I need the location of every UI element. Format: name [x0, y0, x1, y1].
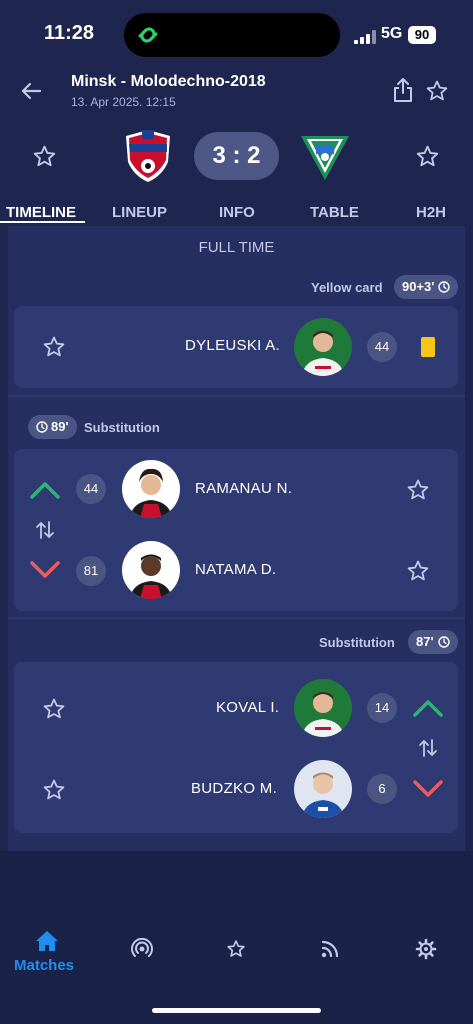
- player-name[interactable]: BUDZKO M.: [191, 780, 277, 797]
- event-card-substitution[interactable]: [14, 449, 458, 611]
- home-indicator: [152, 1008, 321, 1013]
- player-out-arrow-icon: [30, 561, 60, 578]
- favorite-away-team-star-icon[interactable]: [415, 144, 440, 169]
- event-card-substitution[interactable]: [14, 662, 458, 833]
- event-minute: 89': [51, 419, 69, 434]
- share-icon[interactable]: [392, 77, 414, 103]
- match-status: FULL TIME: [198, 239, 275, 256]
- player-number: 44: [76, 474, 106, 504]
- player-name[interactable]: KOVAL I.: [216, 699, 279, 716]
- tab-timeline[interactable]: TIMELINE: [6, 204, 76, 221]
- player-star-icon[interactable]: [42, 778, 66, 802]
- player-star-icon[interactable]: [42, 697, 66, 721]
- event-minute-badge: 90+3': [394, 275, 459, 299]
- player-number: 6: [367, 774, 397, 804]
- event-minute: 90+3': [402, 279, 435, 294]
- home-icon[interactable]: [35, 930, 59, 952]
- player-number: 14: [367, 693, 397, 723]
- player-avatar[interactable]: [122, 460, 180, 518]
- rss-icon[interactable]: [321, 940, 339, 958]
- player-in-arrow-icon: [30, 482, 60, 499]
- player-name[interactable]: NATAMA D.: [195, 561, 276, 578]
- favorite-home-team-star-icon[interactable]: [32, 144, 57, 169]
- link-app-icon: [138, 27, 158, 43]
- clock-icon: [36, 421, 48, 433]
- divider: [8, 617, 465, 619]
- event-type-label: Yellow card: [311, 280, 383, 295]
- favorite-match-star-icon[interactable]: [425, 79, 449, 103]
- player-name[interactable]: DYLEUSKI A.: [185, 337, 280, 354]
- event-minute-badge: 87': [408, 630, 458, 654]
- player-star-icon[interactable]: [42, 335, 66, 359]
- network-type: 5G: [381, 25, 403, 42]
- away-team-crest[interactable]: [299, 130, 351, 182]
- clock-icon: [437, 636, 450, 648]
- live-icon[interactable]: [131, 938, 153, 960]
- signal-icon: [354, 30, 376, 44]
- event-type-label: Substitution: [319, 635, 395, 650]
- back-arrow-icon[interactable]: [20, 80, 42, 102]
- yellow-card-icon: [421, 337, 435, 357]
- match-datetime: 13. Apr 2025. 12:15: [71, 95, 176, 109]
- bottom-nav: [0, 851, 473, 1024]
- player-avatar[interactable]: [294, 318, 352, 376]
- tab-lineup[interactable]: LINEUP: [112, 204, 167, 221]
- event-minute-badge: 89': [28, 415, 77, 439]
- player-star-icon[interactable]: [406, 478, 430, 502]
- battery-indicator: 90: [408, 26, 436, 44]
- star-icon[interactable]: [226, 939, 246, 959]
- nav-matches-label[interactable]: Matches: [14, 957, 74, 974]
- swap-icon: [36, 521, 54, 539]
- player-in-arrow-icon: [413, 700, 443, 717]
- tab-table[interactable]: TABLE: [310, 204, 359, 221]
- tab-h2h[interactable]: H2H: [416, 204, 446, 221]
- event-minute: 87': [416, 634, 434, 649]
- player-number: 81: [76, 556, 106, 586]
- status-time: 11:28: [44, 22, 95, 44]
- player-out-arrow-icon: [413, 780, 443, 797]
- player-avatar[interactable]: [122, 541, 180, 599]
- tab-info[interactable]: INFO: [219, 204, 255, 221]
- settings-icon[interactable]: [415, 938, 437, 960]
- match-score: 3 : 2: [194, 132, 279, 180]
- event-type-label: Substitution: [84, 420, 160, 435]
- clock-icon: [438, 281, 451, 293]
- player-star-icon[interactable]: [406, 559, 430, 583]
- divider: [8, 395, 465, 397]
- swap-icon: [419, 739, 437, 757]
- player-number: 44: [367, 332, 397, 362]
- player-avatar[interactable]: [294, 679, 352, 737]
- match-title: Minsk - Molodechno-2018: [71, 73, 266, 90]
- home-team-crest[interactable]: [122, 128, 174, 184]
- active-tab-indicator: [0, 221, 85, 223]
- player-avatar[interactable]: [294, 760, 352, 818]
- player-name[interactable]: RAMANAU N.: [195, 480, 292, 497]
